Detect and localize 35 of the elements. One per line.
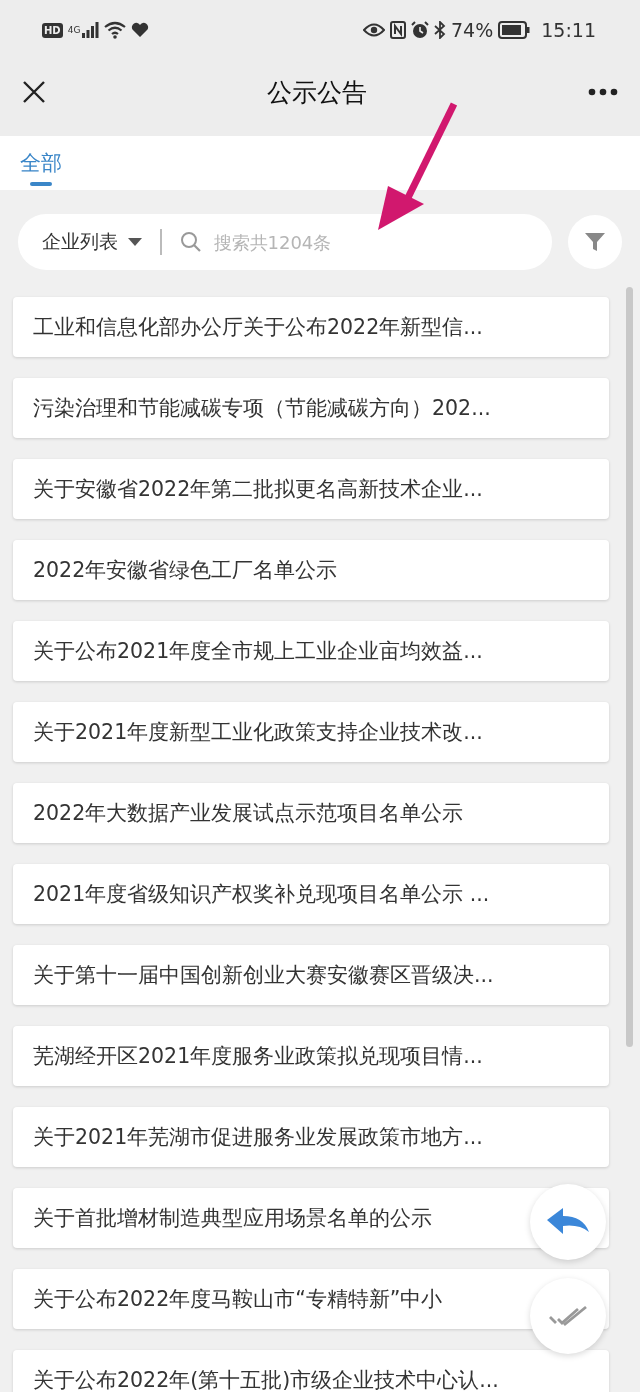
announcement-item[interactable]: 关于2021年芜湖市促进服务业发展政策市地方... xyxy=(13,1107,609,1167)
announcement-item[interactable]: 关于安徽省2022年第二批拟更名高新技术企业... xyxy=(13,459,609,519)
announcement-item[interactable]: 关于2021年度新型工业化政策支持企业技术改... xyxy=(13,702,609,762)
search-bar[interactable]: 企业列表 搜索共1204条 xyxy=(18,214,552,270)
announcement-item[interactable]: 关于公布2021年度全市规上工业企业亩均效益... xyxy=(13,621,609,681)
heart-icon xyxy=(131,22,150,38)
alarm-icon xyxy=(411,21,429,39)
filter-icon xyxy=(584,231,606,253)
search-icon xyxy=(179,231,202,253)
list-type-dropdown[interactable]: 企业列表 xyxy=(42,229,142,255)
network-type: 4G xyxy=(67,25,81,35)
announcement-item[interactable]: 关于公布2022年度马鞍山市“专精特新”中小 xyxy=(13,1269,609,1329)
tab[interactable]: 全部 xyxy=(18,136,64,186)
signal-icon xyxy=(81,21,100,39)
eye-icon xyxy=(363,23,385,37)
announcement-item[interactable]: 关于公布2022年(第十五批)市级企业技术中心认... xyxy=(13,1350,609,1392)
announcement-item[interactable]: 关于第十一届中国创新创业大赛安徽赛区晋级决... xyxy=(13,945,609,1005)
clock-time: 15:11 xyxy=(541,19,596,41)
battery-icon xyxy=(498,21,531,39)
announcement-item[interactable]: 工业和信息化部办公厅关于公布2022年新型信... xyxy=(13,297,609,357)
announcement-item[interactable]: 2021年度省级知识产权奖补兑现项目名单公示 ... xyxy=(13,864,609,924)
nfc-icon xyxy=(390,21,406,39)
double-check-icon xyxy=(548,1303,588,1329)
filter-button[interactable] xyxy=(568,215,622,269)
caret-icon xyxy=(128,238,142,246)
bluetooth-icon xyxy=(434,21,446,39)
reply-button[interactable] xyxy=(530,1184,606,1260)
wifi-icon xyxy=(104,21,127,39)
announcement-item[interactable]: 芜湖经开区2021年度服务业政策拟兑现项目情... xyxy=(13,1026,609,1086)
battery-percentage: 74% xyxy=(451,19,494,41)
announcement-item[interactable]: 2022年安徽省绿色工厂名单公示 xyxy=(13,540,609,600)
announcement-item[interactable]: 2022年大数据产业发展试点示范项目名单公示 xyxy=(13,783,609,843)
hd-badge: HD xyxy=(42,22,63,38)
announcement-item[interactable]: 污染治理和节能减碳专项（节能减碳方向）202... xyxy=(13,378,609,438)
page-title: 公示公告 xyxy=(267,76,367,109)
